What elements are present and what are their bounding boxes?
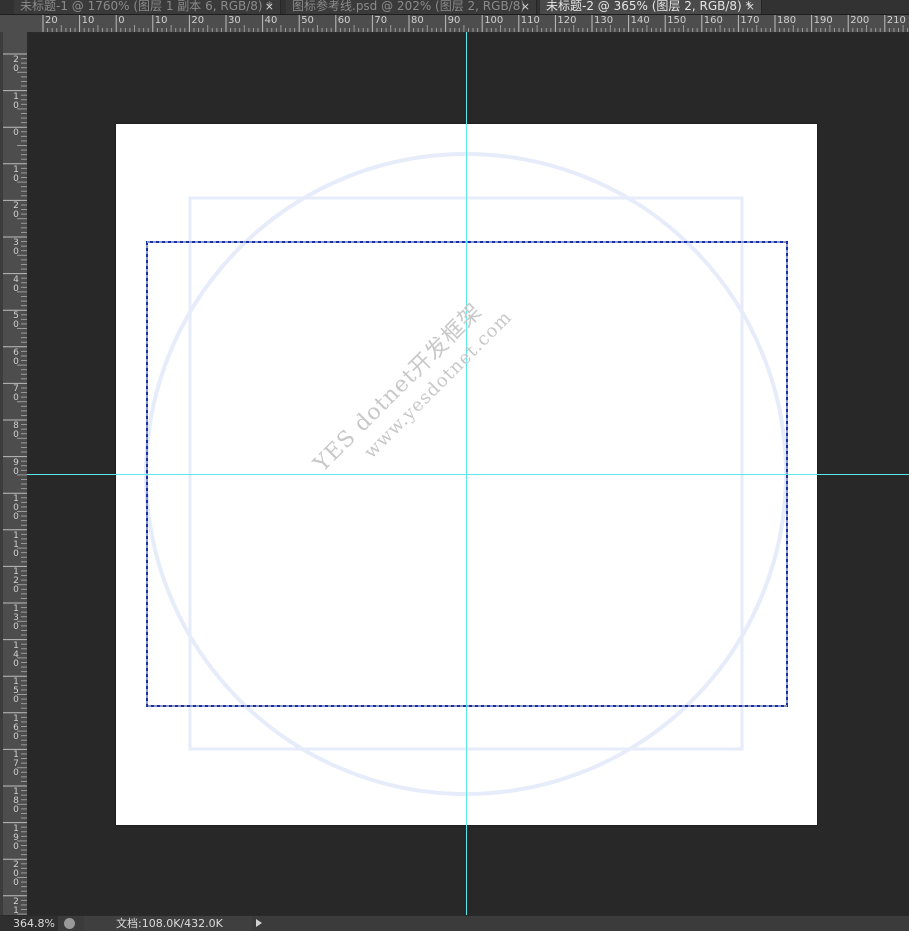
canvas-overlay bbox=[144, 152, 788, 796]
zoom-level-field[interactable]: 364.8% bbox=[0, 916, 58, 931]
document-size-info[interactable]: 文档:108.0K/432.0K bbox=[84, 916, 252, 931]
status-bar: 364.8% 文档:108.0K/432.0K bbox=[0, 915, 909, 931]
status-menu-arrow-icon[interactable] bbox=[256, 919, 262, 927]
horizontal-guide[interactable] bbox=[27, 474, 909, 475]
status-info-icon[interactable] bbox=[64, 918, 75, 929]
